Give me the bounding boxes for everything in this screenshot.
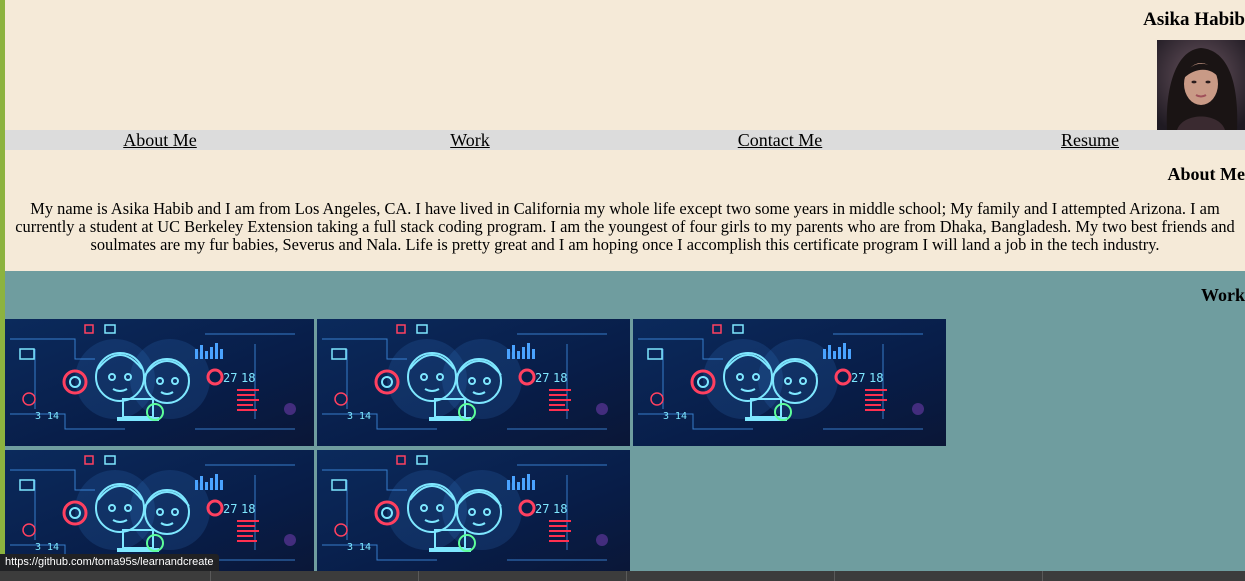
nav-link-work[interactable]: Work [315, 130, 625, 150]
work-tile-5[interactable] [317, 450, 630, 577]
about-paragraph: My name is Asika Habib and I am from Los… [15, 199, 1235, 254]
main-nav: About Me Work Contact Me Resume [5, 130, 1245, 150]
about-section: About Me My name is Asika Habib and I am… [5, 150, 1245, 271]
work-section: Work [5, 271, 1245, 581]
portfolio-page: Asika Habib About Me Work Contact Me Res… [5, 0, 1245, 581]
coding-illustration-image [317, 450, 630, 577]
left-accent-bar [0, 0, 5, 581]
nav-link-about-me[interactable]: About Me [5, 130, 315, 150]
work-tile-1[interactable] [5, 319, 314, 446]
coding-illustration-image [317, 319, 630, 446]
work-tile-3[interactable] [633, 319, 946, 446]
nav-link-resume[interactable]: Resume [935, 130, 1245, 150]
work-heading: Work [1200, 285, 1245, 305]
site-header: Asika Habib [5, 0, 1245, 130]
coding-illustration-image [633, 319, 946, 446]
work-tile-2[interactable] [317, 319, 630, 446]
link-status-bar: https://github.com/toma95s/learnandcreat… [0, 554, 219, 571]
avatar [1157, 40, 1245, 130]
about-heading: About Me [1167, 164, 1245, 184]
site-name: Asika Habib [1143, 9, 1245, 30]
bottom-scrollbar [0, 571, 1245, 581]
coding-illustration-image [5, 319, 314, 446]
nav-link-contact-me[interactable]: Contact Me [625, 130, 935, 150]
